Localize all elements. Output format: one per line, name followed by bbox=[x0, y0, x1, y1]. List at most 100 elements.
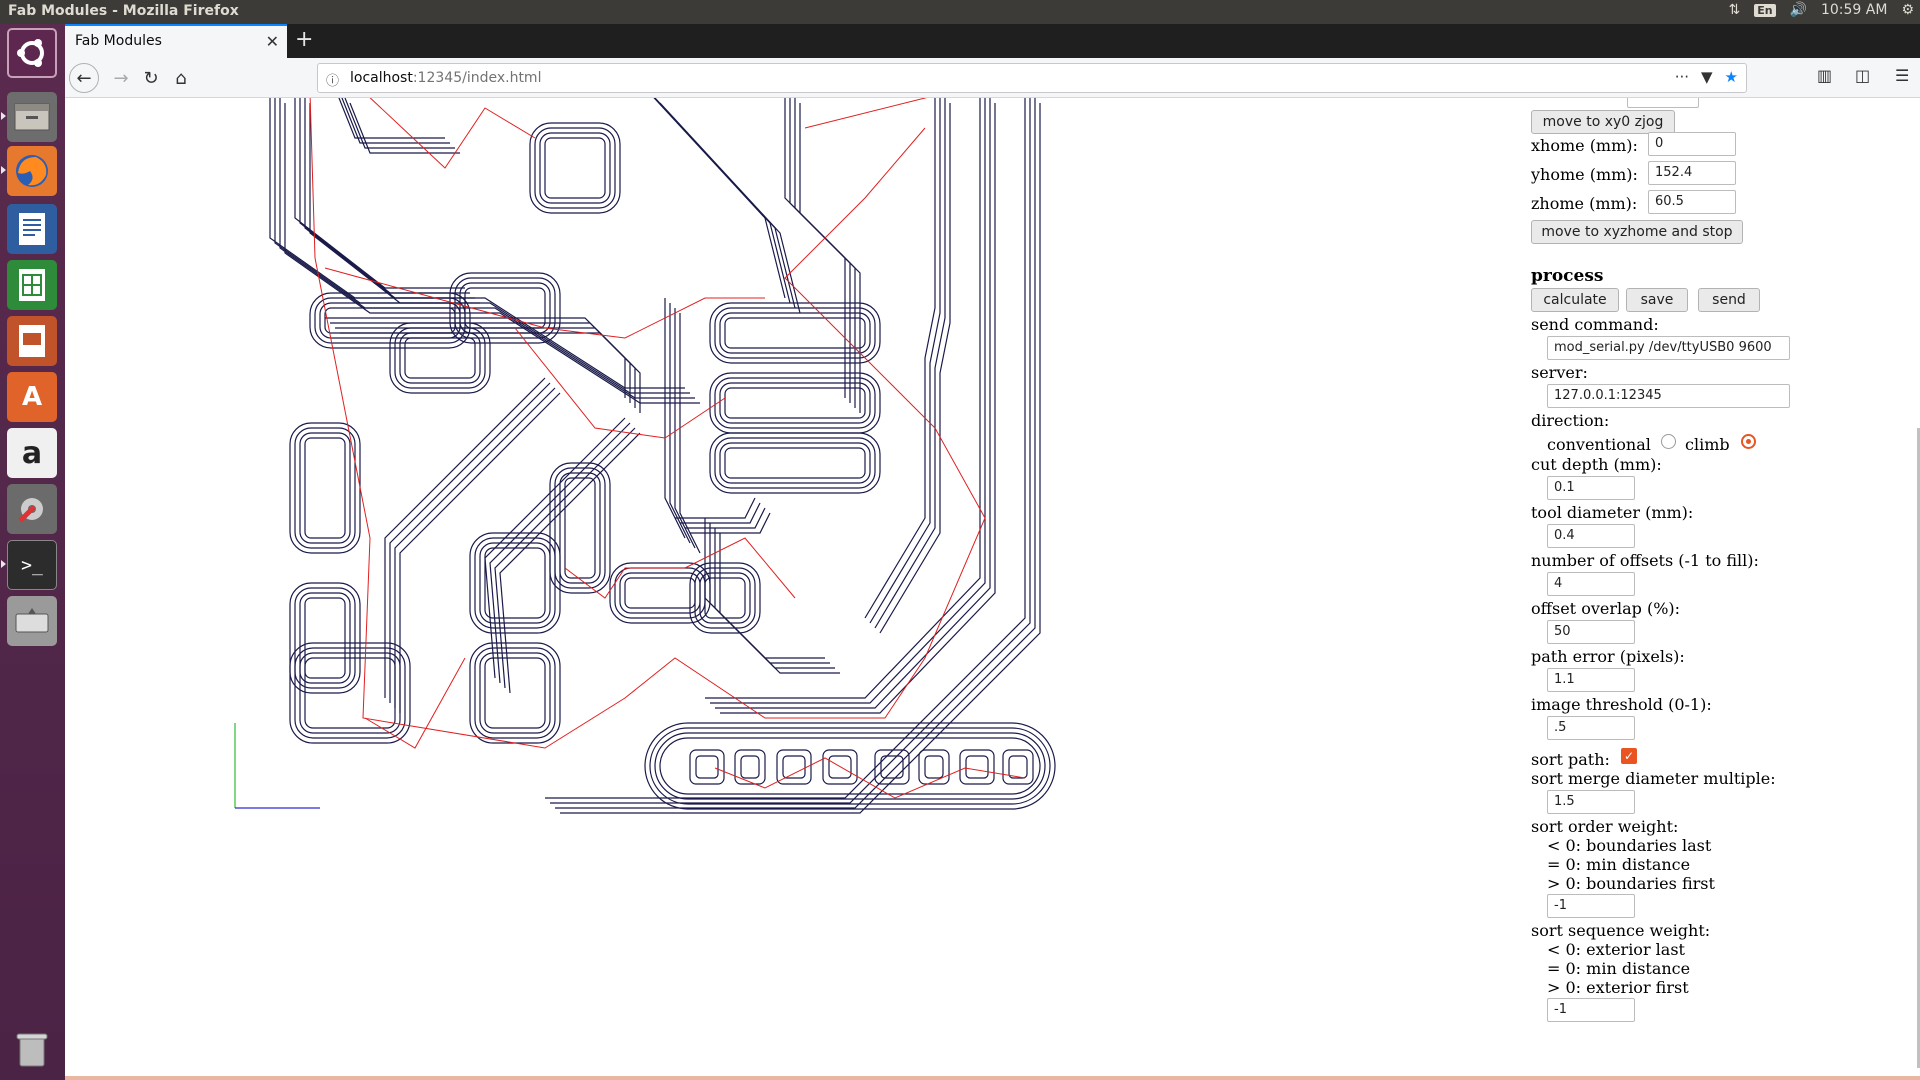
sequence-weight-field[interactable]: -1 bbox=[1547, 998, 1635, 1022]
power-gear-icon[interactable]: ⚙ bbox=[1901, 2, 1914, 18]
calc-icon[interactable] bbox=[7, 260, 57, 310]
sequence-weight-note: = 0: min distance bbox=[1547, 959, 1691, 978]
save-button[interactable]: save bbox=[1626, 288, 1688, 312]
send-button[interactable]: send bbox=[1698, 288, 1760, 312]
menu-icon[interactable]: ☰ bbox=[1895, 66, 1909, 85]
order-weight-field[interactable]: -1 bbox=[1547, 894, 1635, 918]
software-center-icon[interactable]: A bbox=[7, 372, 57, 422]
move-xyzhome-button[interactable]: move to xyzhome and stop bbox=[1531, 220, 1743, 244]
letter-outline bbox=[782, 755, 806, 779]
toolpath-contour bbox=[479, 652, 551, 734]
climb-radio[interactable] bbox=[1741, 434, 1756, 449]
tool-diameter-field[interactable]: 0.4 bbox=[1547, 524, 1635, 548]
toolpath-contour bbox=[720, 103, 996, 714]
toolpath-contour bbox=[344, 98, 455, 149]
letter-outline bbox=[959, 749, 995, 785]
toolpath-contour bbox=[714, 528, 835, 669]
yhome-label: yhome (mm): bbox=[1531, 165, 1638, 184]
clock[interactable]: 10:59 AM bbox=[1821, 2, 1887, 18]
disk-icon[interactable] bbox=[7, 596, 57, 646]
page-actions-icon[interactable]: ··· bbox=[1675, 68, 1689, 86]
new-tab-icon[interactable]: + bbox=[295, 27, 313, 52]
toolpath-contour bbox=[653, 98, 786, 299]
yhome-field[interactable]: 152.4 bbox=[1648, 161, 1736, 185]
xhome-label: xhome (mm): bbox=[1531, 136, 1638, 155]
toolpath-contour bbox=[724, 447, 866, 479]
order-weight-note: < 0: boundaries last bbox=[1547, 836, 1712, 855]
terminal-icon[interactable]: >_ bbox=[7, 540, 57, 590]
toolpath-canvas[interactable] bbox=[65, 98, 1465, 1080]
toolpath-contour bbox=[659, 102, 801, 314]
xhome-field[interactable]: 0 bbox=[1648, 132, 1736, 156]
letter-outline bbox=[965, 755, 989, 779]
toolpath-contour bbox=[284, 103, 700, 404]
offsets-field[interactable]: 4 bbox=[1547, 572, 1635, 596]
server-field[interactable]: 127.0.0.1:12345 bbox=[1547, 384, 1790, 408]
toolpath-contour bbox=[864, 98, 936, 619]
amazon-icon[interactable]: a bbox=[7, 428, 57, 478]
zhome-field[interactable]: 60.5 bbox=[1648, 190, 1736, 214]
toolpath-contour bbox=[719, 312, 871, 354]
toolpath-contour bbox=[304, 437, 346, 539]
cut-depth-field[interactable]: 0.1 bbox=[1547, 476, 1635, 500]
toolpath-contour bbox=[714, 437, 876, 489]
letter-outline bbox=[1002, 749, 1034, 785]
url-bar[interactable]: ⓘ localhost:12345/index.html ··· ▼ ★ bbox=[317, 63, 1747, 93]
toolpath-contour bbox=[714, 307, 876, 359]
toolpath-contour bbox=[279, 98, 695, 399]
trash-icon[interactable] bbox=[7, 1024, 57, 1074]
toolpath-contour bbox=[674, 308, 696, 549]
bookmark-star-icon[interactable]: ★ bbox=[1725, 68, 1738, 86]
home-icon[interactable]: ⌂ bbox=[167, 64, 195, 92]
path-error-label: path error (pixels): bbox=[1531, 647, 1685, 666]
climb-label: climb bbox=[1685, 435, 1730, 454]
forward-arrow-icon[interactable]: → bbox=[107, 64, 135, 92]
network-icon[interactable]: ⇅ bbox=[1728, 2, 1740, 18]
impress-icon[interactable] bbox=[7, 316, 57, 366]
firefox-icon[interactable] bbox=[7, 146, 57, 196]
pocket-icon[interactable]: ▼ bbox=[1701, 68, 1713, 86]
writer-icon[interactable] bbox=[7, 204, 57, 254]
nav-bar: ← → ↻ ⌂ ⓘ localhost:12345/index.html ···… bbox=[65, 58, 1920, 98]
threshold-label: image threshold (0-1): bbox=[1531, 695, 1712, 714]
ubuntu-dash-icon[interactable] bbox=[7, 28, 57, 78]
library-icon[interactable]: ▥ bbox=[1817, 66, 1832, 85]
toolpath-contour bbox=[654, 98, 796, 309]
conventional-radio[interactable] bbox=[1661, 434, 1676, 449]
toolpath-contour bbox=[715, 98, 991, 709]
sidebar-icon[interactable]: ◫ bbox=[1855, 66, 1870, 85]
toolpath-contour bbox=[294, 587, 356, 689]
merge-field[interactable]: 1.5 bbox=[1547, 790, 1635, 814]
page-bottom-border bbox=[65, 1076, 1920, 1080]
reload-icon[interactable]: ↻ bbox=[137, 64, 165, 92]
sort-path-checkbox[interactable]: ✓ bbox=[1621, 748, 1637, 764]
system-settings-icon[interactable] bbox=[7, 484, 57, 534]
rapid-move-line bbox=[804, 98, 928, 129]
calculate-button[interactable]: calculate bbox=[1531, 288, 1619, 312]
url-host: localhost bbox=[350, 70, 413, 86]
volume-icon[interactable]: 🔊 bbox=[1790, 2, 1807, 18]
toolpath-contour bbox=[314, 297, 466, 344]
send-command-label: send command: bbox=[1531, 315, 1659, 334]
zjog-field[interactable] bbox=[1627, 98, 1699, 108]
move-xy0-zjog-button[interactable]: move to xy0 zjog bbox=[1531, 110, 1675, 134]
toolpath-contour bbox=[724, 317, 866, 349]
toolpath-contour bbox=[294, 427, 356, 549]
keyboard-layout[interactable]: En bbox=[1754, 3, 1776, 17]
tab-fab-modules[interactable]: Fab Modules ✕ bbox=[65, 24, 287, 58]
files-icon[interactable] bbox=[7, 92, 57, 142]
info-icon[interactable]: ⓘ bbox=[326, 70, 339, 89]
toolpath-contour bbox=[704, 577, 746, 619]
toolpath-contour bbox=[714, 377, 876, 429]
toolpath-contour bbox=[404, 337, 476, 379]
path-error-field[interactable]: 1.1 bbox=[1547, 668, 1635, 692]
send-command-field[interactable]: mod_serial.py /dev/ttyUSB0 9600 bbox=[1547, 336, 1790, 360]
overlap-field[interactable]: 50 bbox=[1547, 620, 1635, 644]
close-icon[interactable]: ✕ bbox=[266, 32, 279, 51]
direction-label: direction: bbox=[1531, 411, 1610, 430]
threshold-field[interactable]: .5 bbox=[1547, 716, 1635, 740]
back-arrow-icon[interactable]: ← bbox=[69, 63, 99, 93]
toolpath-contour bbox=[544, 137, 606, 199]
page-content: move to xy0 zjog xhome (mm): 0 yhome (mm… bbox=[65, 98, 1920, 1080]
letter-outline bbox=[918, 749, 950, 785]
